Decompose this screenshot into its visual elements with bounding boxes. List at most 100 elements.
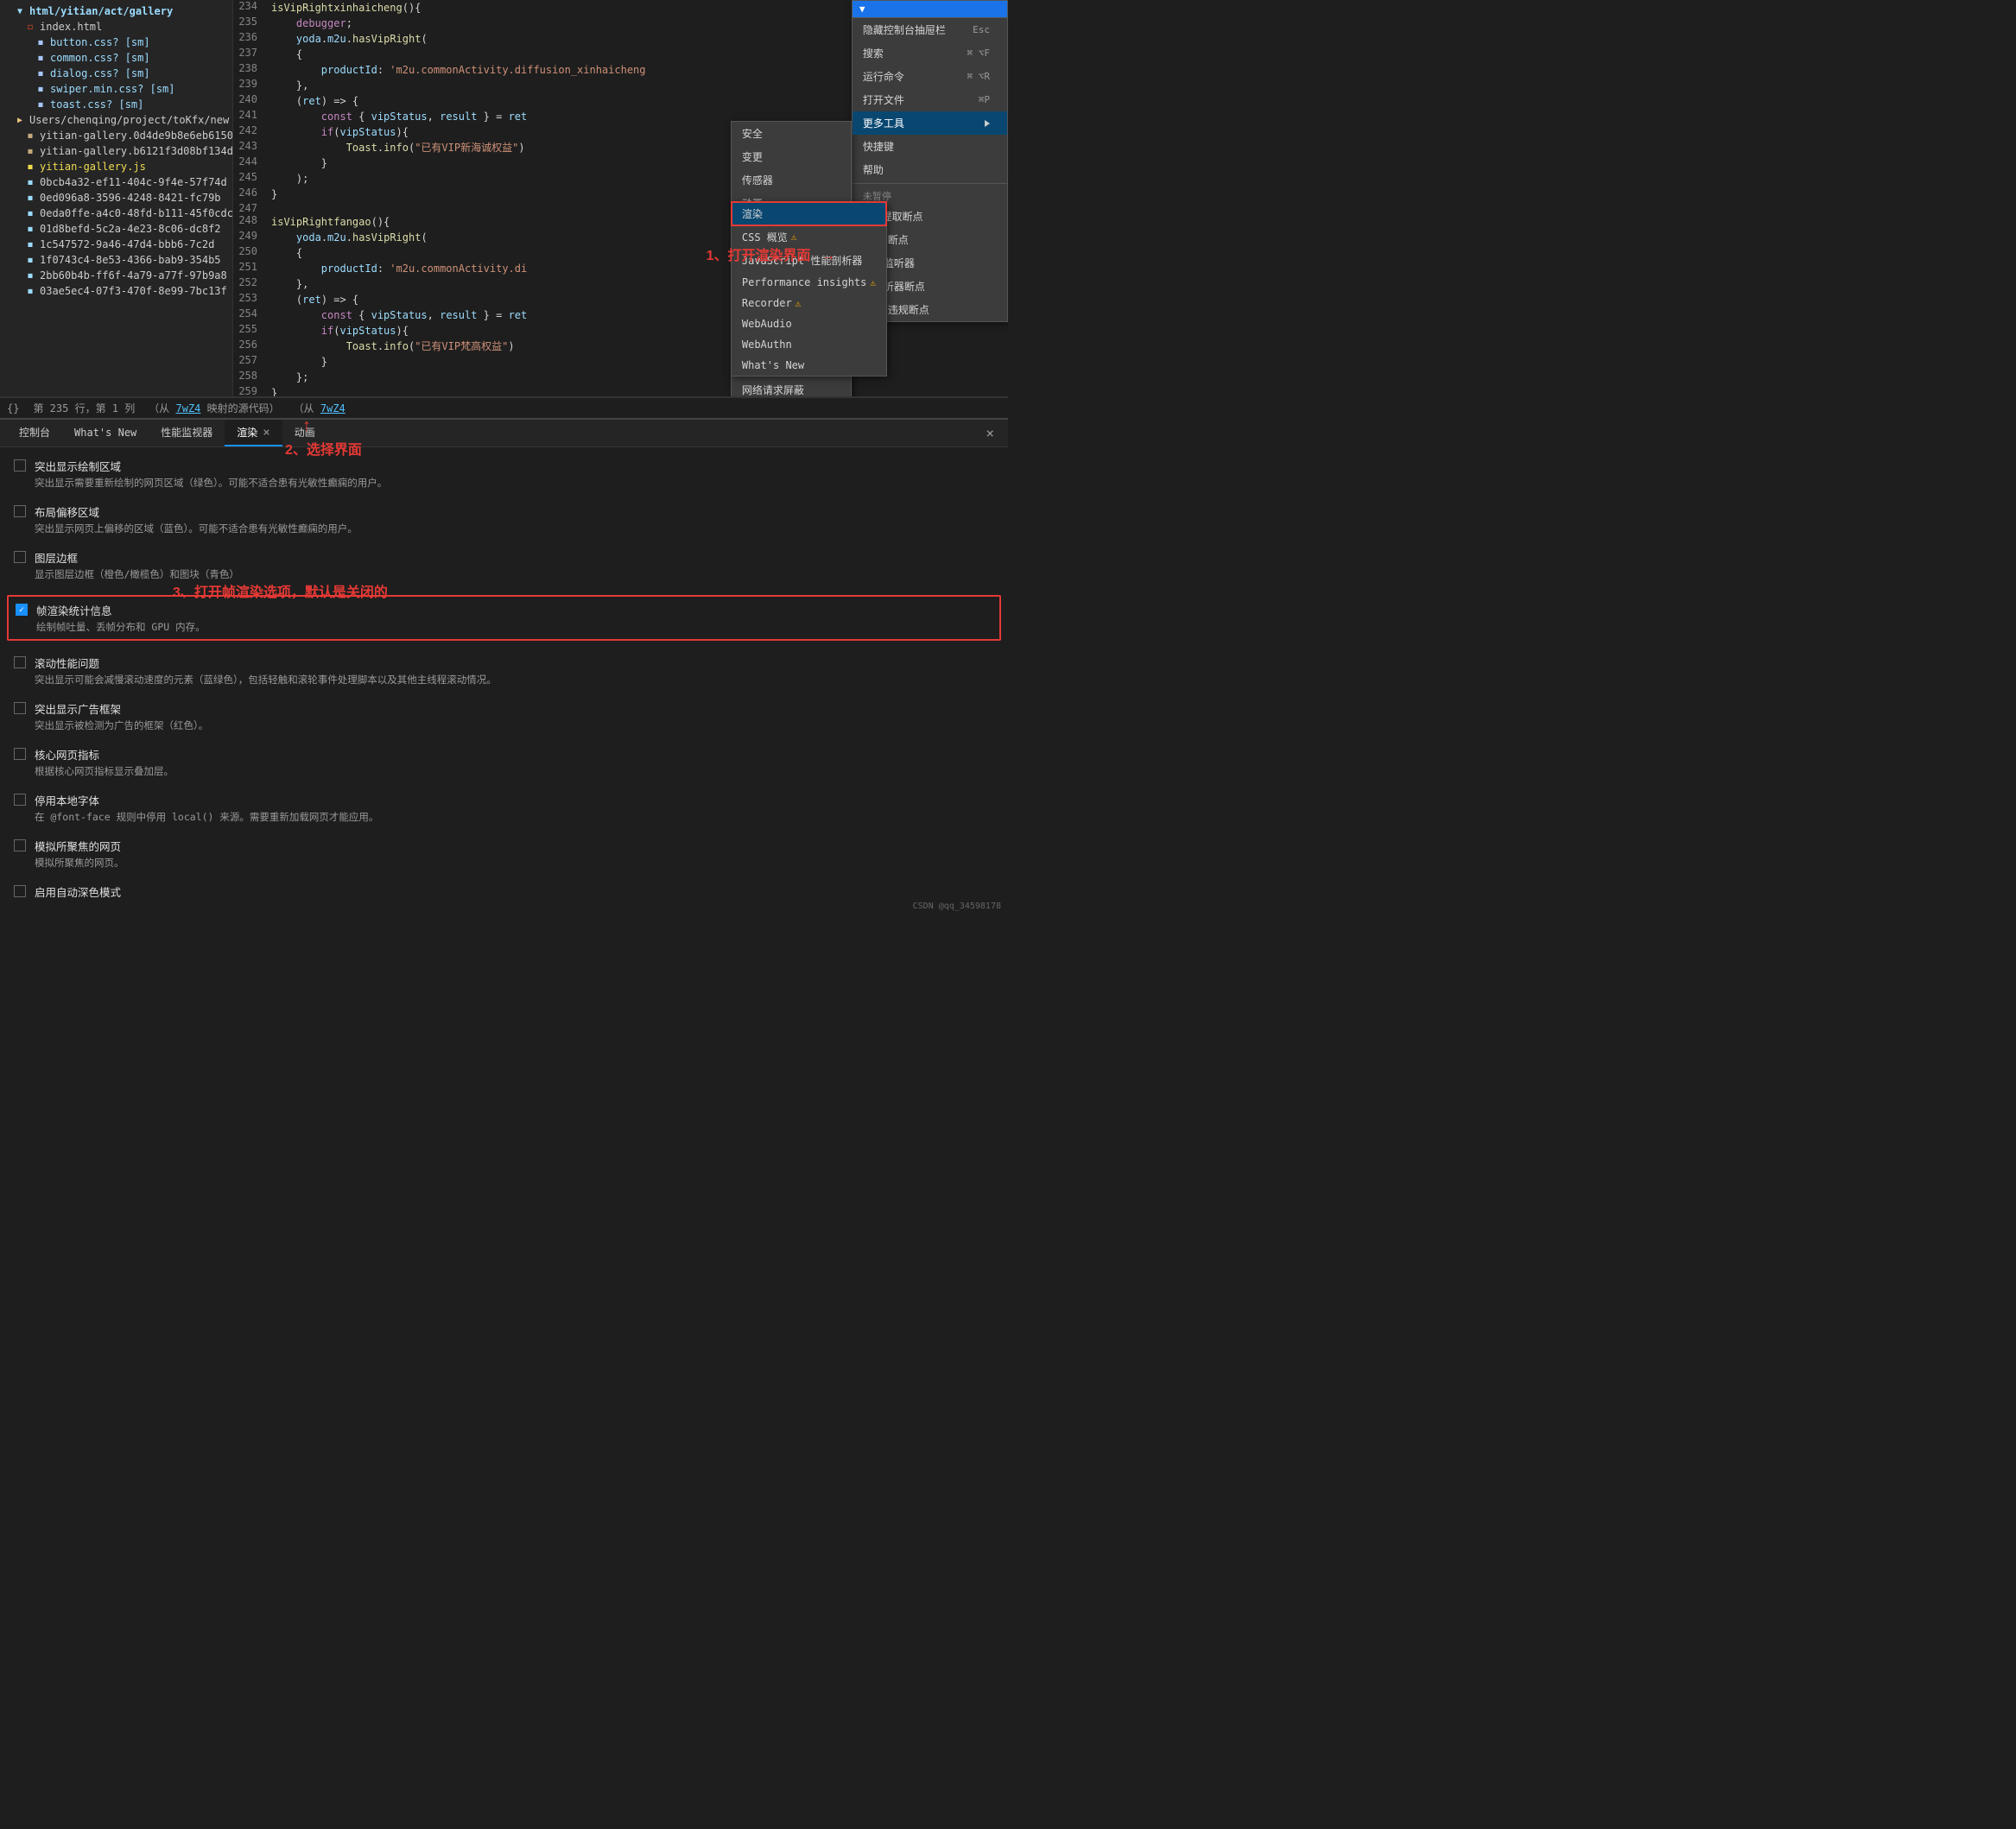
bracket-icon: {} <box>7 402 19 415</box>
file-icon: ◼ <box>24 238 36 250</box>
list-item[interactable]: ◼ button.css? [sm] <box>0 35 232 50</box>
css-file-icon: ◼ <box>35 98 47 111</box>
option-desc-ads: 突出显示被检测为广告的框架（红色）。 <box>35 718 208 732</box>
option-desc-scrolling: 突出显示可能会减慢滚动速度的元素（蓝绿色），包括轻触和滚轮事件处理脚本以及其他主… <box>35 673 497 687</box>
tab-console[interactable]: 控制台 <box>7 420 62 446</box>
menu-item-shortcuts[interactable]: 快捷键 <box>853 135 1007 158</box>
file-icon: ◼ <box>24 192 36 204</box>
render-option-core-web-vitals: 核心网页指标 根据核心网页指标显示叠加层。 <box>14 746 994 778</box>
code-editor[interactable]: 234 isVipRightxinhaicheng(){ 235 debugge… <box>233 0 1008 396</box>
up-arrow-icon: ↑ <box>302 416 311 436</box>
list-item[interactable]: ◼ 1f0743c4-8e53-4366-bab9-354b5 <box>0 252 232 268</box>
list-item[interactable]: ◼ 1c547572-9a46-47d4-bbb6-7c2d <box>0 237 232 252</box>
list-item[interactable]: ◼ dialog.css? [sm] <box>0 66 232 81</box>
render-option-local-fonts: 停用本地字体 在 @font-face 规则中停用 local() 来源。需要重… <box>14 792 994 824</box>
warning-icon-recorder: ⚠ <box>796 298 802 309</box>
rendering-panel-content: 突出显示绘制区域 突出显示需要重新绘制的网页区域（绿色）。可能不适合患有光敏性癫… <box>0 447 1008 898</box>
list-item[interactable]: ◼ 03ae5ec4-07f3-470f-8e99-7bc13f <box>0 283 232 299</box>
js-file-icon: ◼ <box>24 161 36 173</box>
folder-icon: ▶ <box>14 114 26 126</box>
option-label-cwv: 核心网页指标 <box>35 746 174 763</box>
list-item[interactable]: ◼ 2bb60b4b-ff6f-4a79-a77f-97b9a8 <box>0 268 232 283</box>
checkbox-ad-frames[interactable] <box>14 702 26 714</box>
submenu-item-rendering[interactable]: 渲染 <box>732 202 886 225</box>
option-desc-cwv: 根据核心网页指标显示叠加层。 <box>35 764 174 778</box>
render-option-auto-dark: 启用自动深色模式 在 @font-face 规则中停用 local() 来源。模… <box>14 883 994 898</box>
list-item[interactable]: ◼ 01d8befd-5c2a-4e23-8c06-dc8f2 <box>0 221 232 237</box>
menu-item-hide-drawer[interactable]: 隐藏控制台抽屉栏 Esc <box>853 18 1007 41</box>
menu-item-changes[interactable]: 变更 <box>732 145 851 168</box>
menu-item-run-command[interactable]: 运行命令 ⌘ ⌥R <box>853 65 1007 88</box>
list-item[interactable]: ◼ yitian-gallery.js <box>0 159 232 174</box>
file-icon: ◼ <box>24 269 36 282</box>
submenu-more-tools[interactable]: 渲染 CSS 概览 ⚠ JavaScript 性能剖析器 Performance… <box>731 201 887 377</box>
checkbox-layout-shift[interactable] <box>14 505 26 517</box>
source-map-link[interactable]: 7wZ4 <box>176 402 201 415</box>
submenu-item-webauthn[interactable]: WebAuthn <box>732 334 886 355</box>
submenu-item-performance-insights[interactable]: Performance insights ⚠ <box>732 272 886 293</box>
devtools-close-button[interactable]: × <box>979 421 1001 445</box>
list-item[interactable]: ◼ 0eda0ffe-a4c0-48fd-b111-45f0cdc <box>0 206 232 221</box>
status-position: 第 235 行，第 1 列 <box>33 401 135 415</box>
source-link[interactable]: 7wZ4 <box>320 402 346 415</box>
option-desc-paint: 突出显示需要重新绘制的网页区域（绿色）。可能不适合患有光敏性癫痫的用户。 <box>35 476 387 490</box>
option-label-auto-dark: 启用自动深色模式 <box>35 883 540 898</box>
list-item[interactable]: ◼ yitian-gallery.0d4de9b8e6eb61503 <box>0 128 232 143</box>
file-tree-root[interactable]: ▼ html/yitian/act/gallery <box>0 3 232 19</box>
list-item[interactable]: ◻ index.html <box>0 19 232 35</box>
option-label-focus: 模拟所聚焦的网页 <box>35 838 124 854</box>
submenu-item-recorder[interactable]: Recorder ⚠ <box>732 293 886 313</box>
right-menus-container: ▼ 隐藏控制台抽屉栏 Esc 搜索 ⌘ ⌥F 运行命令 ⌘ ⌥R <box>852 0 1008 396</box>
render-option-ad-frames: 突出显示广告框架 突出显示被检测为广告的框架（红色）。 <box>14 700 994 732</box>
menu-item-security[interactable]: 安全 <box>732 122 851 145</box>
root-folder-label: html/yitian/act/gallery <box>29 5 173 17</box>
list-item[interactable]: ▶ Users/chenqing/project/toKfx/new <box>0 112 232 128</box>
tab-close-icon[interactable]: × <box>263 426 269 440</box>
status-source-map: （从 7wZ4 映射的源代码） <box>149 401 279 415</box>
checkbox-frame-rendering[interactable] <box>16 604 28 616</box>
tab-whats-new[interactable]: What's New <box>62 421 149 446</box>
submenu-item-whats-new[interactable]: What's New <box>732 355 886 376</box>
css-file-icon: ◼ <box>35 83 47 95</box>
list-item[interactable]: ◼ swiper.min.css? [sm] <box>0 81 232 97</box>
file-icon: ◼ <box>24 130 36 142</box>
file-icon: ◼ <box>24 176 36 188</box>
list-item[interactable]: ◼ toast.css? [sm] <box>0 97 232 112</box>
list-item[interactable]: ◼ yitian-gallery.b6121f3d08bf134d42 <box>0 143 232 159</box>
checkbox-paint-flashing[interactable] <box>14 459 26 471</box>
option-label-frame: 帧渲染统计信息 <box>36 602 206 618</box>
checkbox-scrolling[interactable] <box>14 656 26 668</box>
menu-item-more-tools[interactable]: 更多工具 <box>853 111 1007 135</box>
render-option-emulate-focus: 模拟所聚焦的网页 模拟所聚焦的网页。 <box>14 838 994 870</box>
css-file-icon: ◼ <box>35 52 47 64</box>
render-option-paint-flashing: 突出显示绘制区域 突出显示需要重新绘制的网页区域（绿色）。可能不适合患有光敏性癫… <box>14 458 994 490</box>
option-label-layout: 布局偏移区域 <box>35 503 358 520</box>
menu-item-help[interactable]: 帮助 <box>853 158 1007 181</box>
menu-item-open-file[interactable]: 打开文件 ⌘P <box>853 88 1007 111</box>
checkbox-emulate-focus[interactable] <box>14 839 26 851</box>
option-desc-layout: 突出显示网页上偏移的区域（蓝色）。可能不适合患有光敏性癫痫的用户。 <box>35 522 358 535</box>
option-desc-focus: 模拟所聚焦的网页。 <box>35 856 124 870</box>
option-label-ads: 突出显示广告框架 <box>35 700 208 717</box>
menu-item-search-top[interactable]: 搜索 ⌘ ⌥F <box>853 41 1007 65</box>
option-label-local-fonts: 停用本地字体 <box>35 792 378 808</box>
menu-item-network-block[interactable]: 网络请求屏蔽 <box>732 378 851 396</box>
tab-rendering[interactable]: 渲染 × <box>225 420 282 446</box>
checkbox-auto-dark[interactable] <box>14 885 26 897</box>
checkbox-local-fonts[interactable] <box>14 794 26 806</box>
render-option-layout-shift: 布局偏移区域 突出显示网页上偏移的区域（蓝色）。可能不适合患有光敏性癫痫的用户。 <box>14 503 994 535</box>
list-item[interactable]: ◼ common.css? [sm] <box>0 50 232 66</box>
annotation-step1: 1、打开渲染界面 → <box>707 244 835 264</box>
file-icon: ◼ <box>24 207 36 219</box>
list-item[interactable]: ◼ 0bcb4a32-ef11-404c-9f4e-57f74d <box>0 174 232 190</box>
file-tree: ▼ html/yitian/act/gallery ◻ index.html ◼… <box>0 0 233 396</box>
option-desc-frame: 绘制帧吐量、丢帧分布和 GPU 内存。 <box>36 620 206 634</box>
checkbox-core-web-vitals[interactable] <box>14 748 26 760</box>
file-icon: ◼ <box>24 285 36 297</box>
tab-performance-monitor[interactable]: 性能监视器 <box>149 420 225 446</box>
checkbox-layer-borders[interactable] <box>14 551 26 563</box>
option-label-scrolling: 滚动性能问题 <box>35 655 497 671</box>
list-item[interactable]: ◼ 0ed096a8-3596-4248-8421-fc79b <box>0 190 232 206</box>
menu-item-sensors[interactable]: 传感器 <box>732 168 851 192</box>
submenu-item-webaudio[interactable]: WebAudio <box>732 313 886 334</box>
